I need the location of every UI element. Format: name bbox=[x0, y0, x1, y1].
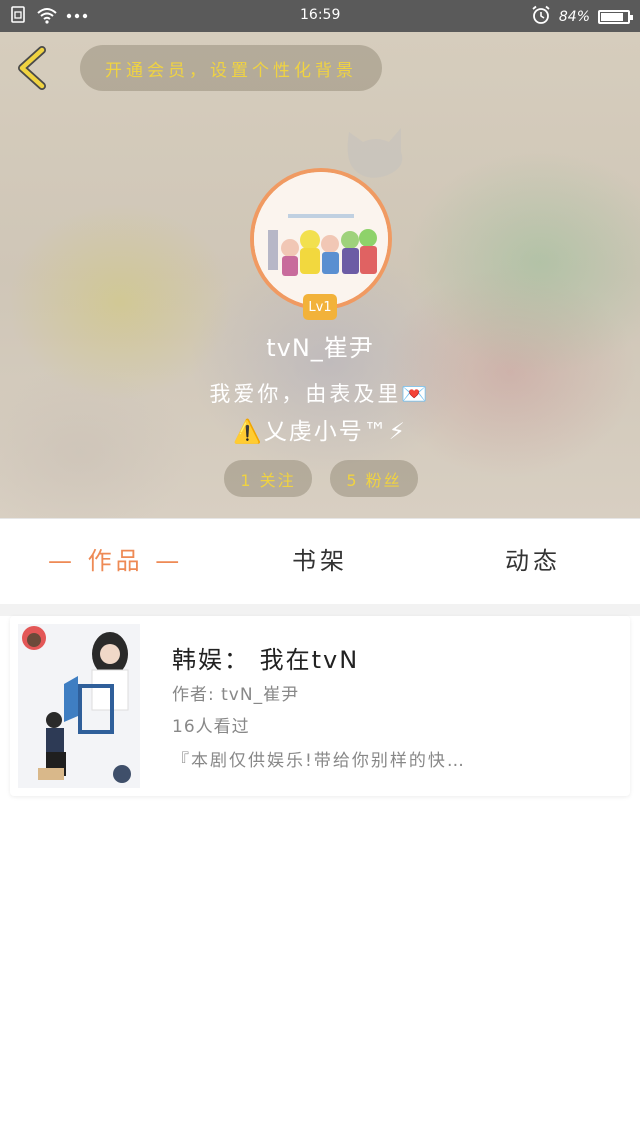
avatar-ring bbox=[250, 168, 392, 310]
book-author: 作者: tvN_崔尹 bbox=[172, 685, 300, 705]
battery-icon bbox=[598, 10, 633, 24]
book-card[interactable]: 韩娱： 我在tvN 作者: tvN_崔尹 16人看过 『本剧仅供娱乐!带给你别样… bbox=[10, 616, 630, 796]
battery-level bbox=[601, 13, 623, 21]
book-view-count: 16人看过 bbox=[172, 717, 250, 737]
more-dots-icon bbox=[66, 9, 88, 25]
avatar-illustration bbox=[254, 172, 388, 306]
status-bar: 16:59 84% bbox=[0, 0, 640, 32]
signature: 我爱你，由表及里💌 bbox=[209, 382, 431, 406]
sim-icon bbox=[10, 6, 28, 28]
tab-works[interactable]: — 作品 — bbox=[48, 541, 183, 576]
chevron-left-icon bbox=[18, 46, 46, 90]
works-list: 韩娱： 我在tvN 作者: tvN_崔尹 16人看过 『本剧仅供娱乐!带给你别样… bbox=[0, 604, 640, 1138]
status-time: 16:59 bbox=[300, 7, 341, 23]
tab-bookshelf[interactable]: 书架 bbox=[292, 541, 348, 576]
book-title: 韩娱： 我在tvN bbox=[172, 646, 360, 674]
status-right-icons: 84% bbox=[531, 5, 633, 29]
level-badge: Lv1 bbox=[303, 294, 337, 320]
alarm-icon bbox=[531, 5, 551, 29]
tagline: ⚠️乂虔小号™⚡ bbox=[233, 419, 407, 445]
username: tvN_崔尹 bbox=[266, 334, 374, 362]
following-button[interactable]: 1 关注 bbox=[224, 460, 312, 497]
vip-background-button[interactable]: 开通会员，设置个性化背景 bbox=[80, 45, 382, 91]
avatar[interactable] bbox=[254, 172, 388, 306]
back-button[interactable] bbox=[14, 46, 54, 90]
book-cover bbox=[18, 624, 140, 788]
fans-button[interactable]: 5 粉丝 bbox=[330, 460, 418, 497]
section-divider bbox=[0, 604, 640, 616]
book-cover-art bbox=[18, 624, 140, 788]
book-description: 『本剧仅供娱乐!带给你别样的快… bbox=[172, 751, 466, 771]
battery-percent: 84% bbox=[558, 9, 590, 25]
wifi-icon bbox=[36, 6, 58, 28]
profile-header: 开通会员，设置个性化背景 Lv1 tvN_崔尹 我爱你，由表及里� bbox=[0, 32, 640, 518]
status-left-icons bbox=[10, 6, 88, 28]
tab-feed[interactable]: 动态 bbox=[505, 541, 561, 576]
tab-bar: — 作品 — 书架 动态 bbox=[0, 518, 640, 604]
